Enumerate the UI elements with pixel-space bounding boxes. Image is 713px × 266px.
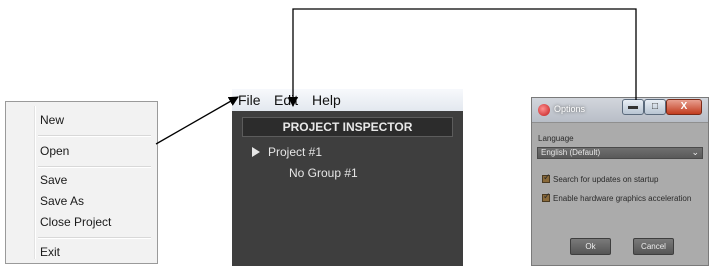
- connector-file-menu: [155, 96, 239, 145]
- connector-lines: [155, 8, 637, 145]
- connector-edit-options: [288, 8, 637, 107]
